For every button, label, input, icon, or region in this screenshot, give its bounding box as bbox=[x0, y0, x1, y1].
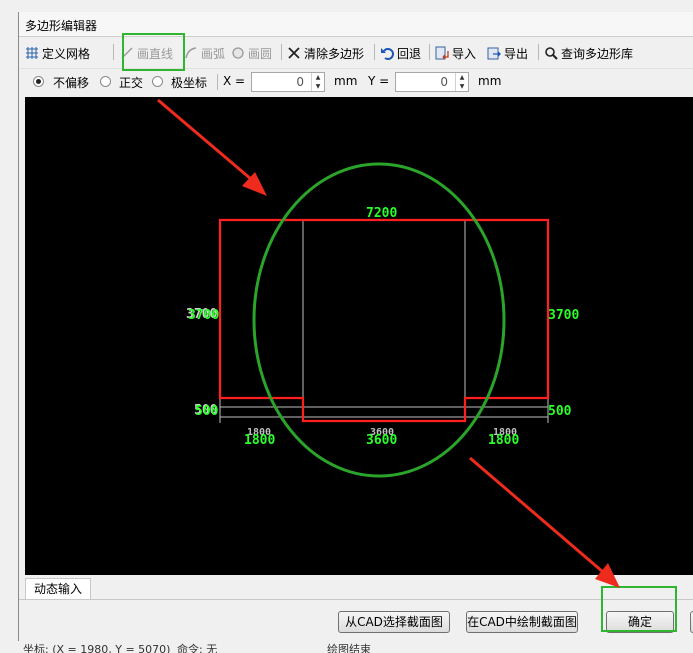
status-message: 绘图结束 bbox=[327, 643, 371, 653]
undo-icon bbox=[381, 48, 394, 60]
draw-arc-button[interactable]: 画弧 bbox=[184, 43, 225, 63]
y-input[interactable]: 0 ▲ ▼ bbox=[395, 72, 469, 92]
right-base-label: 500 bbox=[548, 404, 572, 419]
import-button[interactable]: 导入 bbox=[435, 43, 476, 63]
right-height-label: 3700 bbox=[548, 308, 579, 323]
polygon-drawing: 7200 3700 3700 3700 500 500 500 1800 360… bbox=[186, 206, 579, 448]
x-unit: mm bbox=[334, 74, 358, 88]
seg-left-label: 1800 bbox=[244, 433, 275, 448]
title-bar: 多边形编辑器 bbox=[19, 12, 693, 37]
tab-dynamic-input[interactable]: 动态输入 bbox=[25, 578, 92, 599]
orthogonal-radio[interactable] bbox=[100, 76, 111, 87]
close-icon bbox=[288, 47, 300, 59]
export-icon bbox=[487, 47, 501, 60]
drawing-canvas[interactable]: 7200 3700 3700 3700 500 500 500 1800 360… bbox=[25, 97, 693, 575]
no-offset-radio[interactable] bbox=[33, 76, 44, 87]
import-icon bbox=[435, 46, 449, 60]
toolbar: 定义网格 画直线 画弧 画圆 清除多边形 回退 导入 导出 查询多边形库 bbox=[19, 38, 693, 66]
y-label: Y = bbox=[368, 74, 390, 88]
select-from-cad-button[interactable]: 从CAD选择截面图 bbox=[338, 611, 450, 633]
window-title: 多边形编辑器 bbox=[25, 19, 98, 33]
options-separator bbox=[217, 74, 218, 90]
undo-button[interactable]: 回退 bbox=[380, 43, 421, 63]
search-icon bbox=[545, 47, 558, 60]
seg-right-label: 1800 bbox=[488, 433, 519, 448]
button-bar: 从CAD选择截面图 在CAD中绘制截面图 确定 bbox=[19, 599, 693, 642]
polygon-editor-window: 多边形编辑器 定义网格 画直线 画弧 画圆 清除多边形 回退 导入 导出 查询多… bbox=[18, 12, 693, 653]
x-spinner[interactable]: ▲ ▼ bbox=[311, 73, 324, 91]
arc-icon bbox=[185, 47, 197, 59]
ok-highlight-box bbox=[601, 586, 677, 632]
toolbar-separator bbox=[281, 44, 282, 60]
top-width-label: 7200 bbox=[366, 206, 397, 221]
clear-polygon-button[interactable]: 清除多边形 bbox=[287, 43, 364, 63]
y-unit: mm bbox=[478, 74, 502, 88]
status-bar: 坐标: (X = 1980, Y = 5070) 命令: 无 绘图结束 bbox=[19, 641, 693, 653]
toolbar-separator bbox=[374, 44, 375, 60]
draw-line-highlight-box bbox=[122, 33, 185, 71]
query-library-button[interactable]: 查询多边形库 bbox=[544, 43, 633, 63]
left-base-label: 500 bbox=[195, 404, 219, 419]
left-height-label: 3700 bbox=[188, 308, 219, 323]
toolbar-separator bbox=[113, 44, 114, 60]
dimension-labels: 7200 3700 3700 3700 500 500 500 1800 360… bbox=[186, 206, 579, 448]
toolbar-separator bbox=[538, 44, 539, 60]
export-button[interactable]: 导出 bbox=[487, 43, 528, 63]
x-label: X = bbox=[223, 74, 246, 88]
orthogonal-label: 正交 bbox=[119, 76, 144, 90]
circle-icon bbox=[232, 47, 244, 59]
y-spinner[interactable]: ▲ ▼ bbox=[455, 73, 468, 91]
tab-bar: 动态输入 bbox=[25, 578, 693, 599]
seg-mid-label: 3600 bbox=[366, 433, 397, 448]
toolbar-separator bbox=[429, 44, 430, 60]
polar-label: 极坐标 bbox=[171, 76, 208, 90]
status-coords: 坐标: (X = 1980, Y = 5070) bbox=[23, 643, 171, 653]
grid-icon bbox=[26, 47, 38, 59]
draw-in-cad-button[interactable]: 在CAD中绘制截面图 bbox=[466, 611, 578, 633]
no-offset-label: 不偏移 bbox=[53, 76, 90, 90]
x-input[interactable]: 0 ▲ ▼ bbox=[251, 72, 325, 92]
section-outline bbox=[218, 218, 550, 423]
polar-radio[interactable] bbox=[152, 76, 163, 87]
draw-circle-button[interactable]: 画圆 bbox=[231, 43, 272, 63]
status-command: 命令: 无 bbox=[177, 643, 218, 653]
options-bar: 不偏移 正交 极坐标 X = 0 ▲ ▼ mm Y = 0 ▲ ▼ mm bbox=[19, 68, 693, 95]
define-grid-button[interactable]: 定义网格 bbox=[25, 43, 90, 63]
guide-lines bbox=[219, 220, 549, 423]
